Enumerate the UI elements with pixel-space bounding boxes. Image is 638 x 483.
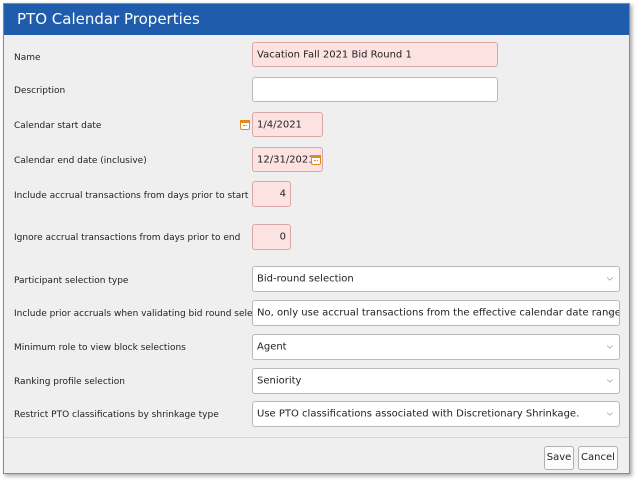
min-role-select[interactable]: Agent ⌵ — [252, 334, 620, 360]
accrual-prior-end-input[interactable]: 0 — [252, 224, 291, 250]
end-date-label: Calendar end date (inclusive) — [14, 156, 147, 166]
chevron-down-icon: ⌵ — [606, 307, 613, 317]
ranking-profile-value: Seniority — [257, 375, 302, 387]
start-date-label: Calendar start date — [14, 121, 102, 131]
accrual-prior-start-label: Include accrual transactions from days p… — [14, 191, 249, 201]
footer-divider — [4, 437, 629, 438]
chevron-down-icon: ⌵ — [606, 375, 613, 385]
accrual-prior-start-input[interactable]: 4 — [252, 181, 291, 207]
participant-selection-label: Participant selection type — [14, 276, 129, 286]
end-date-value: 12/31/2021 — [257, 154, 315, 165]
min-role-value: Agent — [257, 341, 287, 353]
name-value: Vacation Fall 2021 Bid Round 1 — [257, 49, 412, 60]
calendar-icon[interactable] — [240, 120, 250, 130]
participant-selection-select[interactable]: Bid-round selection ⌵ — [252, 266, 620, 292]
dialog-title: PTO Calendar Properties — [4, 4, 629, 35]
min-role-label: Minimum role to view block selections — [14, 343, 186, 353]
ranking-profile-select[interactable]: Seniority ⌵ — [252, 368, 620, 394]
accrual-prior-start-value: 4 — [279, 188, 286, 200]
chevron-down-icon: ⌵ — [606, 273, 613, 283]
pto-calendar-properties-dialog: PTO Calendar Properties Name Vacation Fa… — [3, 3, 630, 474]
description-label: Description — [14, 86, 66, 96]
prior-accruals-label: Include prior accruals when validating b… — [14, 309, 280, 319]
restrict-pto-label: Restrict PTO classifications by shrinkag… — [14, 410, 219, 420]
chevron-down-icon: ⌵ — [606, 341, 613, 351]
start-date-value: 1/4/2021 — [257, 119, 302, 130]
restrict-pto-select[interactable]: Use PTO classifications associated with … — [252, 401, 620, 427]
prior-accruals-value: No, only use accrual transactions from t… — [257, 307, 620, 319]
chevron-down-icon: ⌵ — [606, 408, 613, 418]
accrual-prior-end-value: 0 — [279, 231, 286, 243]
description-input[interactable] — [252, 77, 498, 102]
name-label: Name — [14, 53, 41, 63]
prior-accruals-select[interactable]: No, only use accrual transactions from t… — [252, 300, 620, 326]
name-input[interactable]: Vacation Fall 2021 Bid Round 1 — [252, 42, 498, 67]
cancel-button[interactable]: Cancel — [578, 446, 618, 470]
accrual-prior-end-label: Ignore accrual transactions from days pr… — [14, 233, 241, 243]
calendar-icon[interactable] — [311, 155, 321, 165]
ranking-profile-label: Ranking profile selection — [14, 377, 126, 387]
restrict-pto-value: Use PTO classifications associated with … — [257, 408, 580, 420]
save-button[interactable]: Save — [544, 446, 574, 470]
start-date-input[interactable]: 1/4/2021 — [252, 112, 323, 137]
participant-selection-value: Bid-round selection — [257, 273, 354, 285]
